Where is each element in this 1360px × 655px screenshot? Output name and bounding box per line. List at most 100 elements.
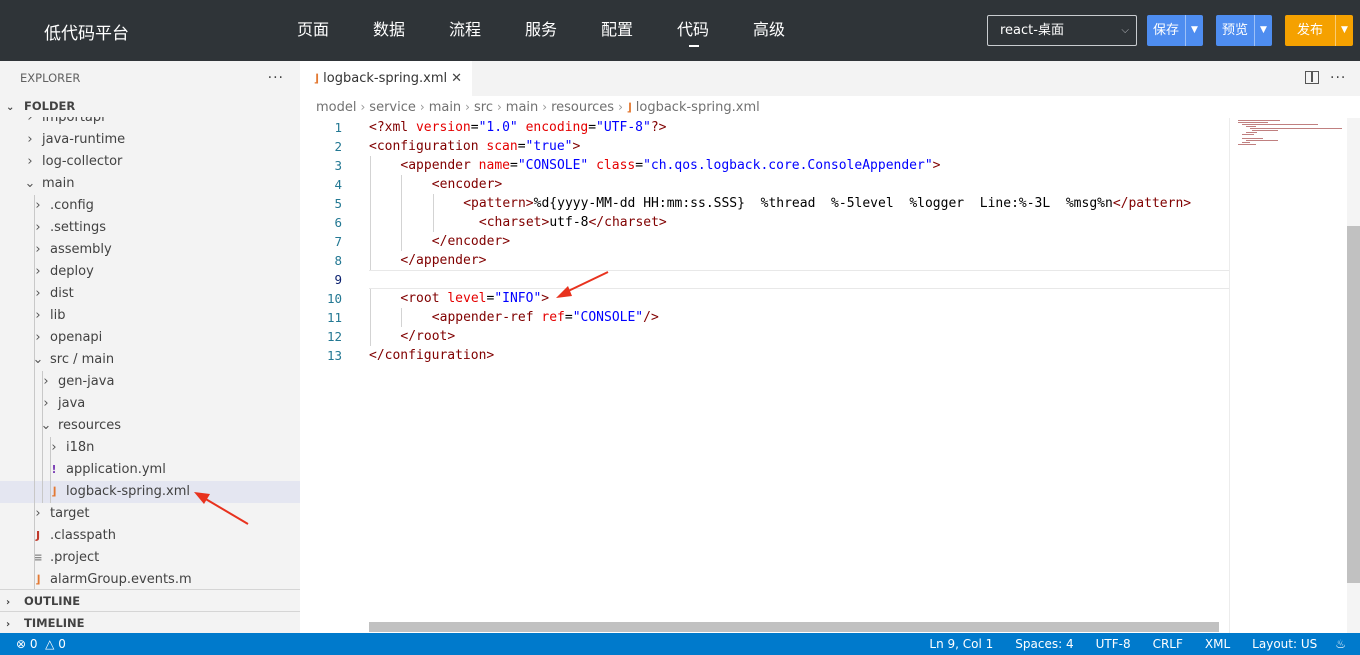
chevron-right-icon: ›: [360, 100, 366, 114]
tree-item[interactable]: › openapi: [0, 327, 300, 349]
nav-item[interactable]: 配置: [601, 0, 677, 61]
chevron-right-icon: ›: [27, 117, 33, 125]
indent-guide: [34, 371, 35, 393]
indent-guide: [370, 327, 371, 346]
nav-item[interactable]: 数据: [373, 0, 449, 61]
nav-item[interactable]: 代码: [677, 0, 753, 61]
horizontal-scrollbar[interactable]: [369, 622, 1219, 632]
folder-section-header[interactable]: ⌄ FOLDER: [0, 95, 300, 117]
tree-item[interactable]: › deploy: [0, 261, 300, 283]
indent-guide: [34, 547, 35, 569]
split-editor-icon[interactable]: [1305, 71, 1319, 84]
tree-item[interactable]: › lib: [0, 305, 300, 327]
save-dropdown-icon[interactable]: ▼: [1185, 15, 1203, 46]
code-token: "CONSOLE": [517, 158, 589, 173]
tree-item[interactable]: J .classpath: [0, 525, 300, 547]
editor-tab-bar: ⌋ logback-spring.xml ✕ ···: [300, 61, 1360, 96]
indent-guide: [34, 261, 35, 283]
timeline-section-header[interactable]: › TIMELINE: [0, 611, 300, 633]
code-token: level: [447, 291, 487, 306]
code-token: <root: [400, 291, 448, 306]
breadcrumb-item[interactable]: logback-spring.xml: [636, 100, 760, 115]
more-actions-icon[interactable]: ···: [268, 61, 284, 95]
nav-item[interactable]: 服务: [525, 0, 601, 61]
folder-section-title: FOLDER: [24, 99, 76, 113]
breadcrumb-item[interactable]: main: [429, 100, 461, 115]
chevron-down-icon: ⌵: [1121, 25, 1129, 36]
save-button-label: 保存: [1153, 23, 1180, 38]
breadcrumb-item[interactable]: resources: [551, 100, 614, 115]
indent-guide: [370, 289, 371, 308]
outline-section-header[interactable]: › OUTLINE: [0, 589, 300, 611]
vertical-scrollbar-thumb[interactable]: [1347, 226, 1360, 583]
tree-item[interactable]: › importapi: [0, 117, 300, 129]
tree-item[interactable]: ! application.yml: [0, 459, 300, 481]
code-line: 1 <?xml version="1.0" encoding="UTF-8"?>: [300, 118, 1229, 137]
tree-item[interactable]: › java-runtime: [0, 129, 300, 151]
tree-item[interactable]: ⌋ alarmGroup.events.m: [0, 569, 300, 589]
code-line: 9: [300, 270, 1229, 289]
more-actions-icon[interactable]: ···: [1330, 61, 1346, 96]
tree-item[interactable]: ⌄ src / main: [0, 349, 300, 371]
keyboard-layout[interactable]: Layout: US: [1252, 633, 1317, 655]
tree-item[interactable]: › java: [0, 393, 300, 415]
publish-button[interactable]: 发布 ▼: [1285, 15, 1354, 46]
code-line: 13 </configuration>: [300, 346, 1229, 365]
indent-guide: [34, 415, 35, 437]
code-editor[interactable]: 1 <?xml version="1.0" encoding="UTF-8"?> 2…: [300, 118, 1229, 633]
publish-dropdown-icon[interactable]: ▼: [1335, 15, 1353, 46]
file-encoding[interactable]: UTF-8: [1096, 633, 1131, 655]
tree-item[interactable]: ⌄ resources: [0, 415, 300, 437]
indent-guide: [42, 459, 43, 481]
indentation[interactable]: Spaces: 4: [1015, 633, 1073, 655]
status-bar: ⊗ 0 △ 0 Ln 9, Col 1 Spaces: 4 UTF-8 CRLF…: [0, 633, 1360, 655]
end-of-line[interactable]: CRLF: [1153, 633, 1183, 655]
indent-guide: [50, 481, 51, 503]
xml-file-icon: ⌋: [51, 485, 57, 498]
notification-bell-icon[interactable]: ♨: [1335, 633, 1346, 655]
nav-item[interactable]: 流程: [449, 0, 525, 61]
tree-item[interactable]: ⌄ main: [0, 173, 300, 195]
tree-item[interactable]: › .settings: [0, 217, 300, 239]
environment-select[interactable]: react-桌面 ⌵: [987, 15, 1137, 46]
indent-guide: [401, 175, 403, 194]
problems-indicator[interactable]: ⊗ 0 △ 0: [16, 633, 66, 655]
text-file-icon: ≡: [33, 551, 43, 564]
nav-item[interactable]: 高级: [753, 0, 829, 61]
tree-item[interactable]: › gen-java: [0, 371, 300, 393]
breadcrumb-item[interactable]: src: [474, 100, 493, 115]
preview-button[interactable]: 预览 ▼: [1216, 15, 1273, 46]
tree-item[interactable]: › assembly: [0, 239, 300, 261]
close-icon[interactable]: ✕: [451, 61, 462, 96]
code-token: </appender>: [400, 253, 487, 268]
breadcrumb: model › service › main › src › main › resources › ⌋ …: [300, 96, 1360, 118]
code-token: </encoder>: [431, 234, 511, 249]
nav-item[interactable]: 页面: [297, 0, 373, 61]
minimap[interactable]: [1229, 118, 1347, 633]
explorer-sidebar: EXPLORER ··· ⌄ FOLDER › importapi › java-ru…: [0, 61, 300, 633]
indent-guide: [34, 349, 35, 371]
breadcrumb-item[interactable]: model: [316, 100, 356, 115]
java-file-icon: J: [35, 529, 41, 542]
breadcrumb-item[interactable]: service: [369, 100, 416, 115]
tree-item[interactable]: ≡ .project: [0, 547, 300, 569]
breadcrumb-item[interactable]: main: [506, 100, 538, 115]
tree-item[interactable]: › .config: [0, 195, 300, 217]
line-number: 2: [334, 139, 342, 154]
tree-item[interactable]: ⌋ logback-spring.xml: [0, 481, 300, 503]
tree-item[interactable]: › i18n: [0, 437, 300, 459]
tree-item-label: assembly: [50, 242, 112, 257]
tree-item[interactable]: › target: [0, 503, 300, 525]
tree-item[interactable]: › dist: [0, 283, 300, 305]
cursor-position[interactable]: Ln 9, Col 1: [929, 633, 993, 655]
indent-guide: [370, 175, 371, 194]
tree-item[interactable]: › log-collector: [0, 151, 300, 173]
language-mode[interactable]: XML: [1205, 633, 1230, 655]
outline-section-title: OUTLINE: [24, 594, 81, 608]
editor-tab[interactable]: ⌋ logback-spring.xml ✕: [300, 61, 472, 96]
code-token: "true": [525, 139, 573, 154]
vertical-scrollbar[interactable]: [1347, 118, 1360, 633]
preview-dropdown-icon[interactable]: ▼: [1254, 15, 1272, 46]
save-button[interactable]: 保存 ▼: [1147, 15, 1204, 46]
